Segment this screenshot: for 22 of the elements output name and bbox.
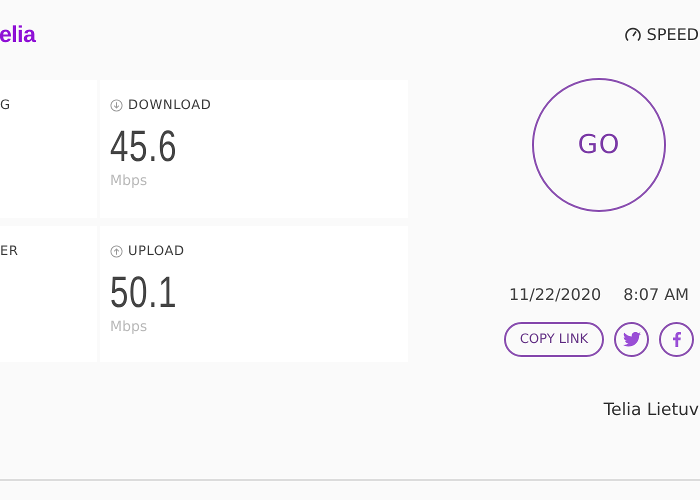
metric-label: G [0, 98, 11, 113]
logo[interactable]: elia [0, 20, 36, 48]
metric-label: ER [0, 244, 18, 259]
test-date: 11/22/2020 [509, 285, 602, 304]
metric-label: UPLOAD [128, 244, 185, 259]
copy-link-button[interactable]: COPY LINK [504, 322, 604, 357]
twitter-button[interactable] [614, 322, 650, 357]
facebook-button[interactable] [659, 322, 694, 357]
bird-icon [622, 332, 641, 347]
download-icon [110, 99, 123, 112]
provider-name: Telia Lietuv [604, 400, 699, 420]
metric-unit: Mbps [110, 173, 148, 189]
metric-label: DOWNLOAD [128, 98, 212, 113]
speedtest-link[interactable]: SPEED [624, 24, 699, 44]
metric-value: 45.6 [110, 123, 178, 171]
facebook-icon [672, 332, 681, 347]
upload-icon [110, 245, 123, 258]
metric-unit: Mbps [110, 319, 148, 335]
metric-value: 50.1 [110, 269, 178, 317]
gauge-icon [624, 26, 642, 42]
go-button[interactable]: GO [532, 78, 666, 212]
test-time: 8:07 AM [623, 285, 689, 304]
